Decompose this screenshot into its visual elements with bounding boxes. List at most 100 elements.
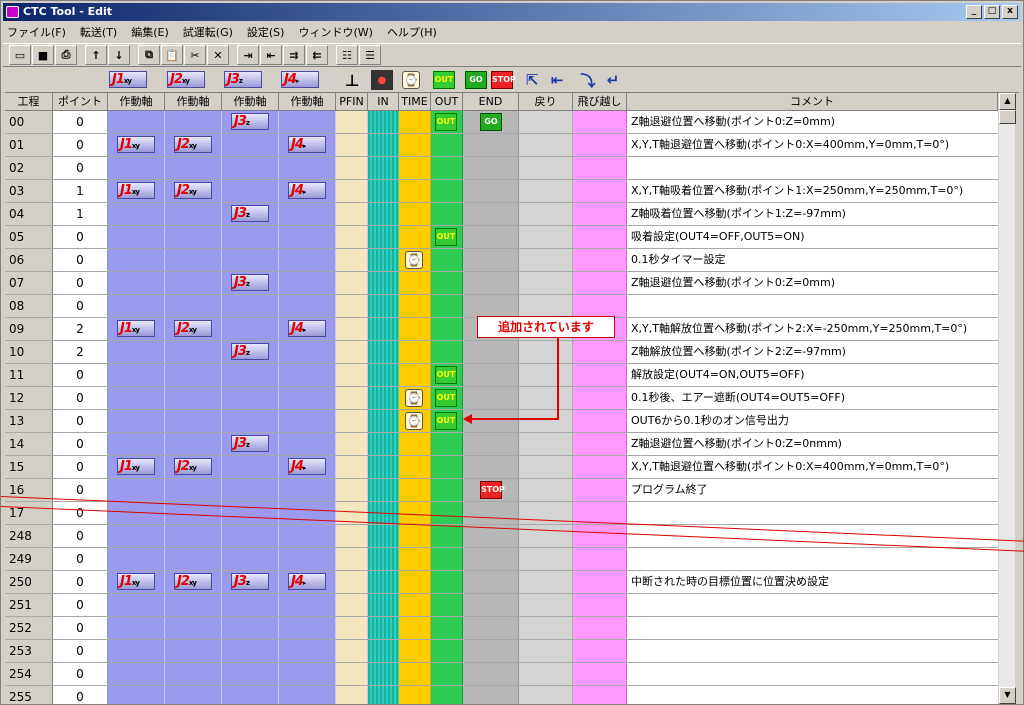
axis-cell-j3[interactable] — [222, 479, 279, 501]
axis-cell-j4[interactable] — [279, 341, 336, 363]
return-cell[interactable] — [519, 433, 573, 455]
end-cell[interactable] — [463, 249, 519, 271]
out-cell[interactable] — [431, 640, 463, 662]
axis-cell-j2[interactable] — [165, 433, 222, 455]
down-arrow-icon[interactable]: ↓ — [108, 45, 130, 65]
column-header[interactable]: コメント — [627, 93, 998, 111]
skip-cell[interactable] — [573, 272, 627, 294]
point-cell[interactable]: 0 — [53, 387, 108, 409]
point-cell[interactable]: 0 — [53, 111, 108, 133]
out-cell[interactable]: OUT — [431, 226, 463, 248]
axis-cell-j3[interactable] — [222, 157, 279, 179]
time-cell[interactable]: ⌚ — [399, 249, 431, 271]
axis-cell-j4[interactable] — [279, 479, 336, 501]
return-cell[interactable] — [519, 134, 573, 156]
step-cell[interactable]: 03 — [5, 180, 53, 202]
step-cell[interactable]: 08 — [5, 295, 53, 317]
out-cell[interactable] — [431, 203, 463, 225]
axis-cell-j4[interactable] — [279, 594, 336, 616]
pfin-cell[interactable] — [336, 364, 368, 386]
pfin-cell[interactable] — [336, 272, 368, 294]
step-cell[interactable]: 249 — [5, 548, 53, 570]
table-row[interactable]: 255 0 — [5, 686, 998, 704]
axis-cell-j1[interactable] — [108, 548, 165, 570]
out-cell[interactable]: OUT — [431, 364, 463, 386]
end-cell[interactable] — [463, 571, 519, 593]
axis-cell-j3[interactable] — [222, 640, 279, 662]
in-cell[interactable] — [368, 456, 399, 478]
out-cell[interactable] — [431, 617, 463, 639]
pfin-cell[interactable] — [336, 111, 368, 133]
delete-icon[interactable]: ✕ — [207, 45, 229, 65]
axis-cell-j1[interactable] — [108, 410, 165, 432]
column-header[interactable]: OUT — [431, 93, 463, 111]
axis-cell-j2[interactable] — [165, 387, 222, 409]
skip-cell[interactable] — [573, 249, 627, 271]
comment-cell[interactable]: 吸着設定(OUT4=OFF,OUT5=ON) — [627, 226, 998, 248]
axis-cell-j2[interactable] — [165, 111, 222, 133]
point-cell[interactable]: 0 — [53, 157, 108, 179]
table-row[interactable]: 04 1 J3z Z軸吸着位置へ移動(ポイント1:Z=-97mm) — [5, 203, 998, 226]
time-cell[interactable] — [399, 364, 431, 386]
point-cell[interactable]: 0 — [53, 640, 108, 662]
axis-cell-j4[interactable] — [279, 663, 336, 685]
axis-cell-j2[interactable] — [165, 157, 222, 179]
out-cell[interactable] — [431, 295, 463, 317]
in-cell[interactable] — [368, 226, 399, 248]
pfin-cell[interactable] — [336, 341, 368, 363]
comment-cell[interactable] — [627, 686, 998, 704]
end-cell[interactable] — [463, 180, 519, 202]
axis-cell-j1[interactable]: J1xy — [108, 180, 165, 202]
point-cell[interactable]: 0 — [53, 410, 108, 432]
step-cell[interactable]: 253 — [5, 640, 53, 662]
point-cell[interactable]: 0 — [53, 226, 108, 248]
menu-item[interactable]: 試運転(G) — [183, 24, 233, 40]
in-cell[interactable] — [368, 387, 399, 409]
step-cell[interactable]: 13 — [5, 410, 53, 432]
in-cell[interactable] — [368, 318, 399, 340]
comment-cell[interactable]: 解放設定(OUT4=ON,OUT5=OFF) — [627, 364, 998, 386]
in-cell[interactable] — [368, 433, 399, 455]
axis-cell-j2[interactable]: J2xy — [165, 180, 222, 202]
axis-cell-j3[interactable] — [222, 548, 279, 570]
axis-cell-j4[interactable]: J4▸ — [279, 571, 336, 593]
in-cell[interactable] — [368, 479, 399, 501]
skip-cell[interactable] — [573, 686, 627, 704]
menu-item[interactable]: ファイル(F) — [7, 24, 66, 40]
axis-cell-j1[interactable] — [108, 479, 165, 501]
return-cell[interactable] — [519, 571, 573, 593]
axis-cell-j2[interactable] — [165, 203, 222, 225]
skip-cell[interactable] — [573, 525, 627, 547]
time-cell[interactable] — [399, 686, 431, 704]
skip-cell[interactable] — [573, 134, 627, 156]
comment-cell[interactable] — [627, 548, 998, 570]
in-cell[interactable] — [368, 686, 399, 704]
table-row[interactable]: 12 0 ⌚ OUT 0.1秒後、エアー遮断(OUT4=OUT5=OFF) — [5, 387, 998, 410]
column-header[interactable]: PFIN — [336, 93, 368, 111]
step-cell[interactable]: 255 — [5, 686, 53, 704]
in-cell[interactable] — [368, 571, 399, 593]
out-cell[interactable] — [431, 502, 463, 524]
pfin-cell[interactable] — [336, 617, 368, 639]
time-cell[interactable] — [399, 134, 431, 156]
axis-cell-j4[interactable] — [279, 203, 336, 225]
point-cell[interactable]: 0 — [53, 272, 108, 294]
skip-cell[interactable] — [573, 295, 627, 317]
axis-cell-j3[interactable] — [222, 594, 279, 616]
pfin-cell[interactable] — [336, 180, 368, 202]
column-header[interactable]: IN — [368, 93, 399, 111]
in-cell[interactable] — [368, 410, 399, 432]
step-cell[interactable]: 248 — [5, 525, 53, 547]
in-cell[interactable] — [368, 663, 399, 685]
skip-cell[interactable] — [573, 594, 627, 616]
time-cell[interactable]: ⌚ — [399, 410, 431, 432]
out-cell[interactable] — [431, 249, 463, 271]
axis-cell-j1[interactable] — [108, 226, 165, 248]
menu-item[interactable]: 編集(E) — [131, 24, 169, 40]
axis-cell-j3[interactable] — [222, 387, 279, 409]
time-cell[interactable] — [399, 226, 431, 248]
comment-cell[interactable] — [627, 502, 998, 524]
axis-cell-j3[interactable] — [222, 364, 279, 386]
point-cell[interactable]: 0 — [53, 502, 108, 524]
step-cell[interactable]: 251 — [5, 594, 53, 616]
